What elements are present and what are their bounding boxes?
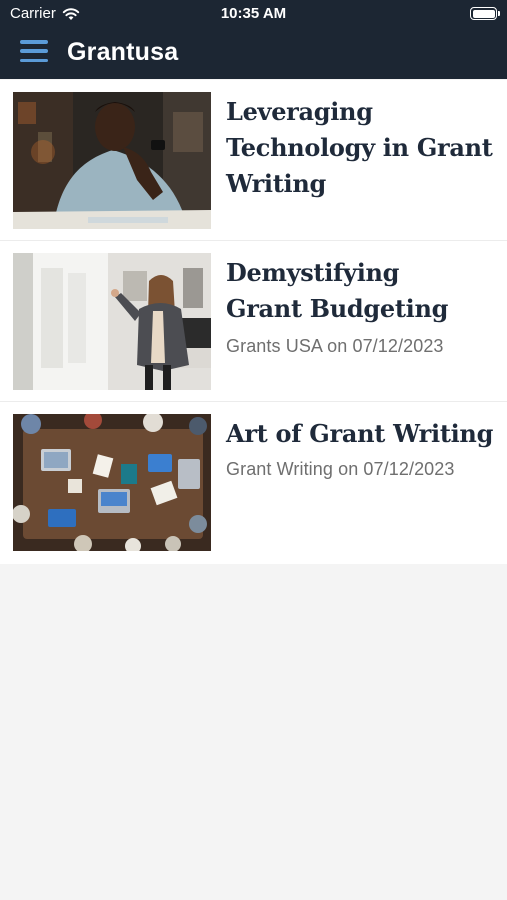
post-title-line: Writing: [226, 169, 326, 198]
post-item[interactable]: Leveraging Technology in Grant Writing: [0, 80, 507, 241]
post-item[interactable]: Art of Grant Writing Grant Writing on 07…: [0, 402, 507, 564]
battery-icon: [470, 7, 500, 20]
hamburger-menu-icon[interactable]: [20, 40, 48, 62]
status-bar: Carrier 10:35 AM: [0, 0, 507, 28]
post-meta: Grant Writing on 07/12/2023: [226, 459, 455, 479]
post-title[interactable]: Leveraging Technology in Grant Writing: [226, 94, 496, 202]
post-item[interactable]: Demystifying Grant Budgeting Grants USA …: [0, 241, 507, 402]
clock: 10:35 AM: [220, 5, 287, 22]
post-thumbnail: [13, 253, 211, 390]
nav-bar: Grantusa: [0, 30, 507, 75]
man-thinking-photo: [13, 92, 211, 229]
post-thumbnail: [13, 414, 211, 551]
team-meeting-photo: [13, 414, 211, 551]
post-title[interactable]: Demystifying Grant Budgeting: [226, 255, 496, 327]
woman-whiteboard-photo: [13, 253, 211, 390]
post-list: Leveraging Technology in Grant Writing D…: [0, 80, 507, 564]
post-title-line: Demystifying: [226, 258, 400, 287]
post-thumbnail: [13, 92, 211, 229]
post-title-line: Grant Budgeting: [226, 294, 449, 323]
post-title-line: Technology in Grant: [226, 133, 493, 162]
post-title-line: Art of Grant Writing: [226, 419, 494, 448]
top-bar: Carrier 10:35 AM Grantusa: [0, 0, 507, 79]
post-title-line: Leveraging: [226, 97, 373, 126]
app-title: Grantusa: [67, 38, 179, 66]
post-title[interactable]: Art of Grant Writing: [226, 416, 496, 452]
post-meta: Grants USA on 07/12/2023: [226, 336, 444, 356]
